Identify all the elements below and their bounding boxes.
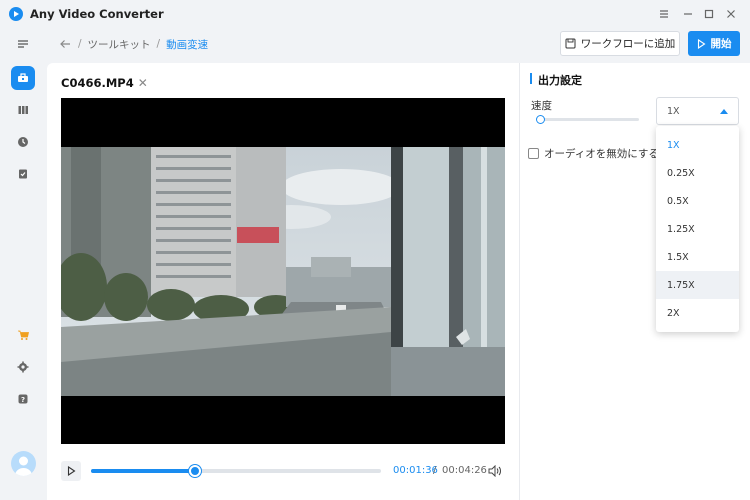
maximize-icon[interactable] — [701, 6, 717, 22]
title-bar: Any Video Converter — [0, 0, 750, 28]
back-arrow-icon[interactable] — [58, 37, 72, 51]
play-button[interactable] — [61, 461, 81, 481]
svg-text:?: ? — [21, 396, 25, 404]
current-time: 00:01:36 — [393, 465, 438, 476]
total-time: 00:04:26 — [442, 465, 487, 476]
start-label: 開始 — [710, 38, 732, 50]
speed-label: 速度 — [531, 100, 552, 112]
speed-option[interactable]: 0.25X — [656, 159, 739, 187]
seek-bar-progress — [91, 469, 196, 473]
breadcrumb-item-toolkit[interactable]: ツールキット — [88, 37, 151, 52]
output-settings-title: 出力設定 — [538, 74, 582, 87]
mute-audio-checkbox[interactable] — [528, 148, 539, 159]
breadcrumb-separator: / — [78, 38, 82, 50]
help-icon[interactable]: ? — [11, 387, 35, 411]
user-avatar-icon[interactable] — [11, 451, 36, 476]
speed-dropdown-menu: 1X 0.25X 0.5X 1.25X 1.5X 1.75X 2X — [656, 126, 739, 332]
breadcrumb: / ツールキット / 動画変速 — [58, 36, 208, 52]
cart-icon[interactable] — [11, 323, 35, 347]
mute-audio-label: オーディオを無効にする — [544, 148, 656, 160]
play-icon — [697, 38, 705, 49]
app-logo-icon — [9, 7, 23, 21]
file-name-tag: C0466.MP4 ✕ — [61, 76, 148, 90]
file-name: C0466.MP4 — [61, 76, 134, 90]
speed-slider[interactable] — [536, 115, 639, 124]
speed-option[interactable]: 0.5X — [656, 187, 739, 215]
toolbox-icon[interactable] — [11, 66, 35, 90]
start-button[interactable]: 開始 — [688, 31, 740, 56]
speed-option[interactable]: 1.25X — [656, 215, 739, 243]
speed-option[interactable]: 2X — [656, 299, 739, 327]
seek-bar[interactable] — [91, 465, 381, 477]
menu-lines-icon[interactable] — [11, 32, 35, 56]
video-preview[interactable] — [61, 98, 505, 444]
app-title: Any Video Converter — [30, 7, 164, 21]
save-icon — [565, 38, 576, 49]
minimize-icon[interactable] — [680, 6, 696, 22]
menu-icon[interactable] — [656, 6, 672, 22]
time-separator: / — [433, 465, 437, 476]
caret-up-icon — [720, 109, 728, 114]
breadcrumb-separator: / — [156, 38, 161, 50]
sidebar: ? — [0, 28, 46, 500]
play-icon — [67, 466, 75, 476]
speed-slider-handle[interactable] — [536, 115, 545, 124]
speed-select-value: 1X — [667, 105, 680, 117]
volume-icon[interactable] — [488, 464, 502, 478]
remove-file-icon[interactable]: ✕ — [138, 76, 148, 90]
panel-divider — [519, 63, 520, 500]
speed-option[interactable]: 1X — [656, 131, 739, 159]
speed-option[interactable]: 1.75X — [656, 271, 739, 299]
books-icon[interactable] — [11, 98, 35, 122]
speed-option[interactable]: 1.5X — [656, 243, 739, 271]
section-accent-bar — [530, 73, 532, 84]
breadcrumb-item-current: 動画変速 — [166, 38, 209, 51]
add-to-workflow-button[interactable]: ワークフローに追加 — [560, 31, 680, 56]
close-icon[interactable] — [723, 6, 739, 22]
checklist-icon[interactable] — [11, 162, 35, 186]
add-to-workflow-label: ワークフローに追加 — [580, 38, 676, 50]
gear-icon[interactable] — [11, 355, 35, 379]
video-frame-image — [61, 147, 505, 396]
speed-select[interactable]: 1X — [656, 97, 739, 125]
clock-icon[interactable] — [11, 130, 35, 154]
mute-audio-option[interactable]: オーディオを無効にする — [528, 146, 656, 161]
